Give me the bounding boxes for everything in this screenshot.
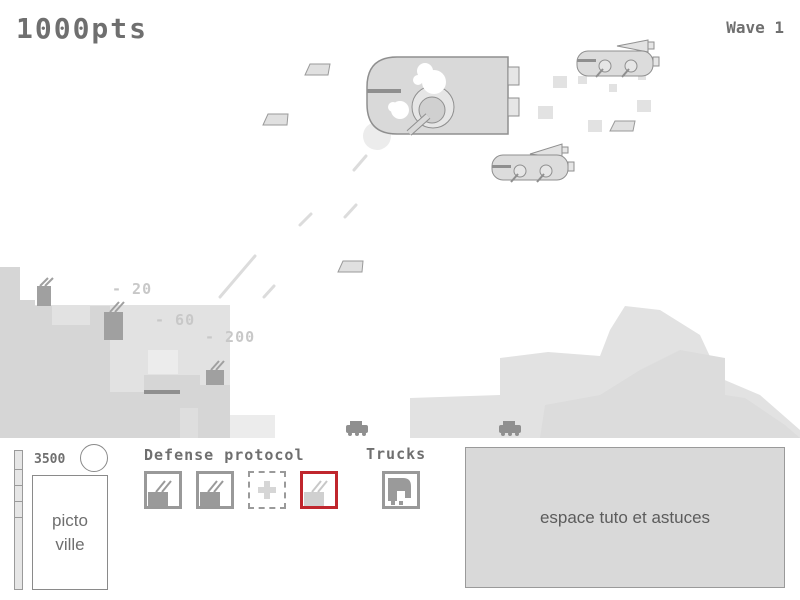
defense-protocol-title: Defense protocol	[144, 446, 305, 464]
enemy-gunship	[491, 143, 575, 183]
damage-penalty-label: - 60	[155, 311, 196, 329]
turret-icon	[200, 480, 224, 506]
money-counter: 3500	[34, 452, 66, 467]
defense-slot-2[interactable]	[196, 471, 234, 509]
battlefield-scene	[0, 39, 800, 438]
wave-indicator: Wave 1	[726, 18, 784, 37]
tips-panel: espace tuto et astuces	[465, 447, 785, 588]
rubble-terrain	[410, 306, 800, 438]
control-panel: 3500 picto ville Defense protocol Trucks…	[0, 438, 800, 600]
enemy-mothership	[366, 56, 520, 136]
turret-icon	[148, 480, 172, 506]
add-defense-slot[interactable]	[248, 471, 286, 509]
damage-penalty-label: - 20	[112, 280, 153, 298]
projectile-trail	[218, 154, 368, 299]
city-health-gauge	[14, 450, 23, 590]
game-viewport[interactable]: 1000pts Wave 1 - 20 - 60 - 200	[0, 0, 800, 438]
truck-icon	[388, 478, 411, 505]
ground-truck	[346, 421, 368, 436]
defense-slot-1[interactable]	[144, 471, 182, 509]
truck-slot[interactable]	[382, 471, 420, 509]
city-card[interactable]: picto ville	[32, 475, 108, 590]
score-display: 1000pts	[16, 12, 149, 45]
trucks-title: Trucks	[366, 445, 427, 463]
plus-icon	[258, 481, 276, 499]
defense-slot-selected[interactable]	[300, 471, 338, 509]
coin-icon	[80, 444, 108, 472]
enemy-gunship	[576, 39, 660, 78]
turret-icon	[304, 480, 328, 506]
damage-penalty-label: - 200	[205, 328, 256, 346]
